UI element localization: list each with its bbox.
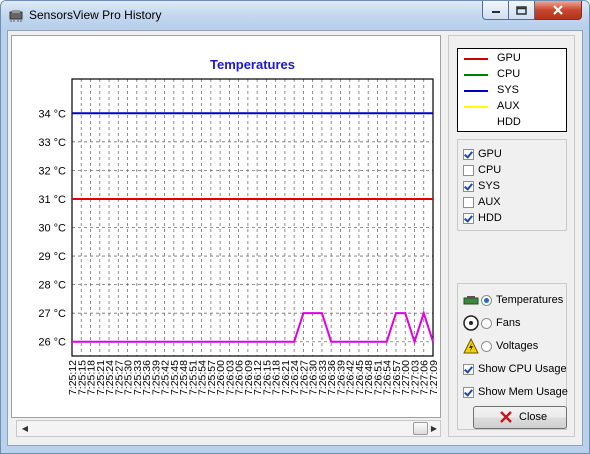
window-close-button[interactable] (535, 1, 582, 20)
y-tick-label: 26 °C (38, 337, 66, 349)
voltage-warning-icon (463, 338, 479, 354)
y-tick-label: 33 °C (38, 137, 66, 149)
close-button-label: Close (519, 411, 548, 423)
y-tick-label: 31 °C (38, 194, 66, 206)
checkbox[interactable] (463, 213, 474, 224)
y-tick-label: 27 °C (38, 308, 66, 320)
chart-title: Temperatures (210, 57, 295, 72)
y-tick-label: 28 °C (38, 280, 66, 292)
legend-item-hdd: HDD (458, 115, 568, 131)
chart-panel: Temperatures 26 °C 27 °C 28 °C 29 °C 30 °C 31 … (11, 35, 441, 418)
legend-item-gpu: GPU (458, 51, 568, 67)
legend-label: CPU (497, 68, 521, 80)
legend-item-aux: AUX (458, 99, 568, 115)
maximize-icon (516, 5, 527, 15)
checkbox-label: GPU (478, 148, 502, 160)
y-tick-label: 29 °C (38, 251, 66, 263)
horizontal-scrollbar[interactable]: ◀ ▶ (16, 420, 441, 437)
sensor-checkbox-group: GPU CPU SYS AUX HDD (457, 139, 567, 231)
title-bar[interactable]: SensorsView Pro History (1, 1, 589, 29)
legend-swatch (464, 90, 488, 92)
checkbox[interactable] (463, 387, 474, 398)
checkbox[interactable] (463, 165, 474, 176)
app-chip-icon (9, 10, 23, 22)
fan-icon (463, 315, 479, 331)
client-area: Temperatures 26 °C 27 °C 28 °C 29 °C 30 °C 31 … (7, 30, 583, 446)
checkbox-label: Show Mem Usage (478, 386, 568, 398)
scroll-thumb[interactable] (413, 422, 428, 435)
scroll-right-arrow-icon[interactable]: ▶ (428, 423, 440, 435)
checkbox-label: Show CPU Usage (478, 363, 567, 375)
legend-item-cpu: CPU (458, 67, 568, 83)
maximize-button[interactable] (509, 1, 535, 20)
y-tick-label: 30 °C (38, 222, 66, 234)
minimize-icon (491, 11, 500, 13)
legend-swatch (464, 106, 488, 108)
plot-frame (71, 78, 434, 357)
radio-button[interactable] (481, 295, 492, 306)
y-tick-label: 32 °C (38, 165, 66, 177)
checkbox-label: HDD (478, 212, 502, 224)
view-options-group: Temperatures Fans Voltages Show CPU Usag… (457, 283, 568, 430)
radio-button[interactable] (481, 341, 492, 352)
side-panel: GPU CPU SYS AUX HDD GPU CPU SYS AUX HDD … (448, 35, 575, 437)
radio-label: Fans (496, 317, 521, 329)
radio-label: Temperatures (496, 294, 564, 306)
scroll-left-arrow-icon[interactable]: ◀ (19, 423, 31, 435)
minimize-button[interactable] (482, 1, 509, 20)
series-line-hdd (72, 309, 434, 345)
legend-swatch (464, 74, 488, 76)
y-tick-label: 34 °C (38, 108, 66, 120)
close-button[interactable]: Close (473, 406, 567, 429)
temperature-chart: Temperatures 26 °C 27 °C 28 °C 29 °C 30 °C 31 … (38, 57, 440, 395)
legend-label: HDD (497, 116, 521, 128)
checkbox[interactable] (463, 364, 474, 375)
checkbox-label: SYS (478, 180, 501, 192)
legend-label: GPU (497, 52, 521, 64)
x-tick-label: 7:27:09 (428, 360, 440, 395)
legend-label: SYS (497, 84, 520, 96)
chip-icon (463, 296, 479, 305)
legend-item-sys: SYS (458, 83, 568, 99)
close-x-icon (500, 411, 512, 423)
legend: GPU CPU SYS AUX HDD (457, 48, 567, 132)
app-window: SensorsView Pro History Temperatures 26 °… (0, 0, 590, 454)
legend-swatch (464, 58, 488, 60)
radio-label: Voltages (496, 340, 539, 352)
radio-button[interactable] (481, 318, 492, 329)
close-icon (553, 5, 563, 15)
legend-label: AUX (497, 100, 520, 112)
checkbox-label: AUX (478, 196, 501, 208)
checkbox-label: CPU (478, 164, 502, 176)
window-title: SensorsView Pro History (29, 8, 162, 22)
checkbox[interactable] (463, 149, 474, 160)
checkbox[interactable] (463, 197, 474, 208)
checkbox[interactable] (463, 181, 474, 192)
legend-swatch (464, 122, 488, 124)
